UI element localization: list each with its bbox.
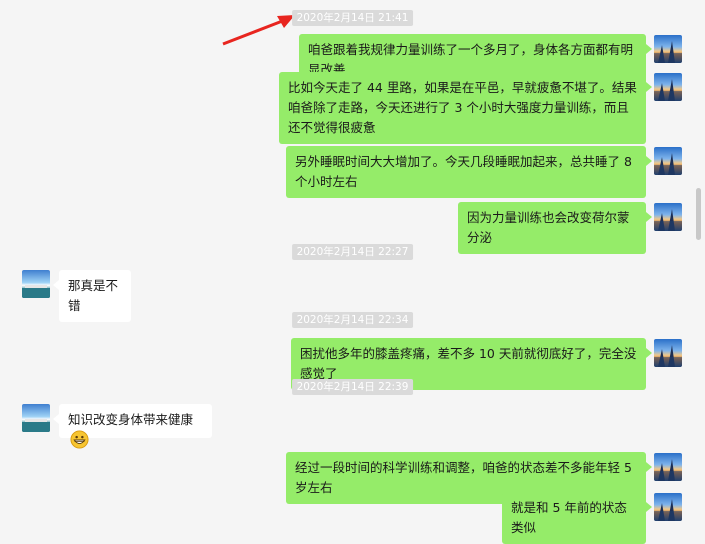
my-message-bubble[interactable]: 另外睡眠时间大大增加了。今天几段睡眠加起来，总共睡了 8 个小时左右: [286, 146, 652, 198]
grinning-face-icon: [70, 430, 89, 455]
my-avatar[interactable]: [654, 339, 682, 367]
contact-avatar[interactable]: [22, 404, 50, 432]
timestamp: 2020年2月14日 22:27: [291, 244, 414, 260]
red-arrow-annotation: [222, 15, 295, 46]
my-avatar[interactable]: [654, 453, 682, 481]
my-avatar[interactable]: [654, 147, 682, 175]
scrollbar-thumb[interactable]: [696, 188, 701, 240]
timestamp: 2020年2月14日 22:39: [291, 379, 414, 395]
my-avatar[interactable]: [654, 73, 682, 101]
my-avatar[interactable]: [654, 35, 682, 63]
message-text: 知识改变身体带来健康: [68, 412, 194, 427]
contact-avatar[interactable]: [22, 270, 50, 298]
scrollbar[interactable]: [693, 0, 705, 533]
my-avatar[interactable]: [654, 493, 682, 521]
my-avatar[interactable]: [654, 203, 682, 231]
contact-message-bubble[interactable]: 知识改变身体带来健康: [53, 404, 212, 449]
chat-message-area[interactable]: 2020年2月14日 21:41 咱爸跟着我规律力量训练了一个多月了，身体各方面…: [0, 0, 705, 544]
my-message-bubble[interactable]: 因为力量训练也会改变荷尔蒙分泌: [458, 202, 652, 254]
timestamp: 2020年2月14日 21:41: [291, 10, 414, 26]
timestamp: 2020年2月14日 22:34: [291, 312, 414, 328]
my-message-bubble[interactable]: 就是和 5 年前的状态类似: [502, 492, 652, 544]
contact-message-bubble[interactable]: 那真是不错: [53, 270, 131, 322]
my-message-bubble[interactable]: 比如今天走了 44 里路，如果是在平邑，早就疲惫不堪了。结果咱爸除了走路，今天还…: [279, 72, 652, 144]
